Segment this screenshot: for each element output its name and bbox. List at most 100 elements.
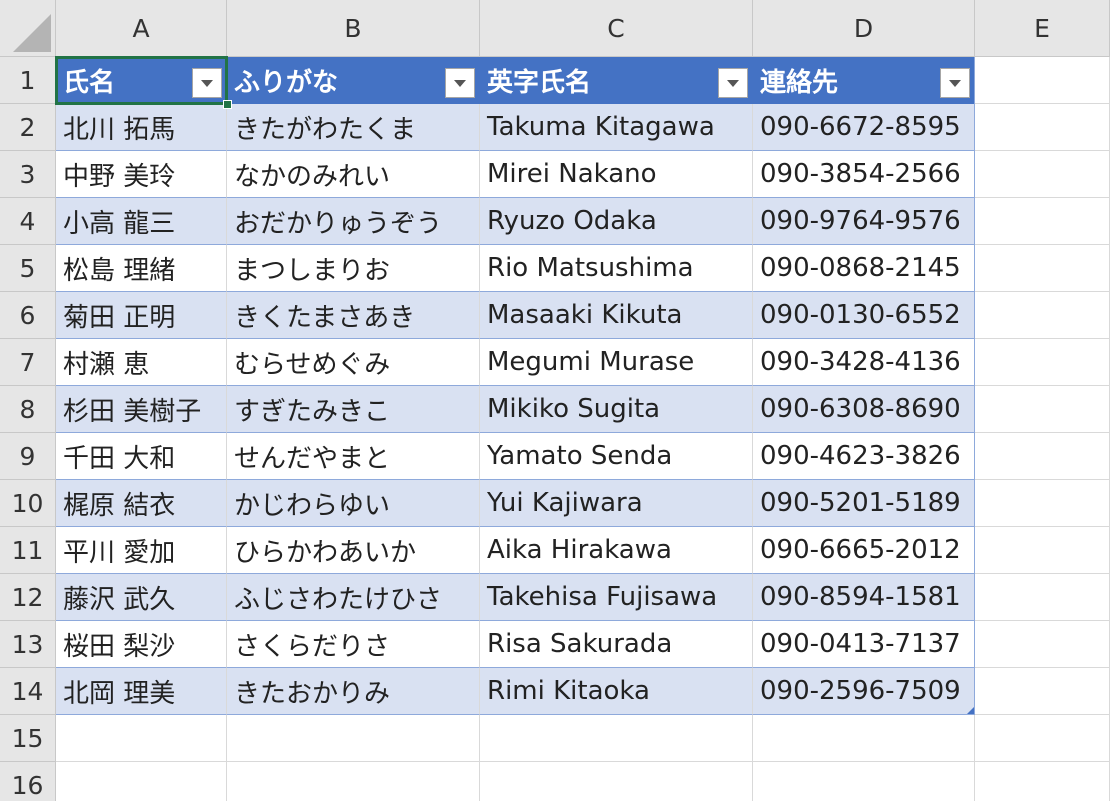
column-header-e[interactable]: E [975, 0, 1110, 57]
table-cell-a12[interactable]: 藤沢 武久 [56, 574, 227, 621]
table-cell-a2[interactable]: 北川 拓馬 [56, 104, 227, 151]
table-header-d[interactable]: 連絡先 [753, 57, 975, 104]
row-header-7[interactable]: 7 [0, 339, 56, 386]
column-header-b[interactable]: B [227, 0, 480, 57]
table-cell-a10[interactable]: 梶原 結衣 [56, 480, 227, 527]
table-cell-b8[interactable]: すぎたみきこ [227, 386, 480, 433]
table-cell-d7[interactable]: 090-3428-4136 [753, 339, 975, 386]
cell-e8[interactable] [975, 386, 1110, 433]
table-cell-a9[interactable]: 千田 大和 [56, 433, 227, 480]
cell-e14[interactable] [975, 668, 1110, 715]
cell-e15[interactable] [975, 715, 1110, 762]
table-cell-b9[interactable]: せんだやまと [227, 433, 480, 480]
row-header-5[interactable]: 5 [0, 245, 56, 292]
row-header-14[interactable]: 14 [0, 668, 56, 715]
cell-e4[interactable] [975, 198, 1110, 245]
cell-e10[interactable] [975, 480, 1110, 527]
table-cell-c2[interactable]: Takuma Kitagawa [480, 104, 753, 151]
select-all-button[interactable] [0, 0, 56, 57]
cell-d15[interactable] [753, 715, 975, 762]
filter-dropdown-button[interactable] [718, 68, 748, 98]
cell-e6[interactable] [975, 292, 1110, 339]
cell-b15[interactable] [227, 715, 480, 762]
table-cell-b10[interactable]: かじわらゆい [227, 480, 480, 527]
table-cell-b2[interactable]: きたがわたくま [227, 104, 480, 151]
table-cell-d5[interactable]: 090-0868-2145 [753, 245, 975, 292]
table-cell-c11[interactable]: Aika Hirakawa [480, 527, 753, 574]
table-cell-c4[interactable]: Ryuzo Odaka [480, 198, 753, 245]
cell-b16[interactable] [227, 762, 480, 801]
table-cell-a13[interactable]: 桜田 梨沙 [56, 621, 227, 668]
cell-e7[interactable] [975, 339, 1110, 386]
row-header-1[interactable]: 1 [0, 57, 56, 104]
table-cell-d10[interactable]: 090-5201-5189 [753, 480, 975, 527]
row-header-9[interactable]: 9 [0, 433, 56, 480]
table-cell-a8[interactable]: 杉田 美樹子 [56, 386, 227, 433]
table-cell-a14[interactable]: 北岡 理美 [56, 668, 227, 715]
table-cell-a5[interactable]: 松島 理緒 [56, 245, 227, 292]
table-cell-b5[interactable]: まつしまりお [227, 245, 480, 292]
table-cell-d14[interactable]: 090-2596-7509 [753, 668, 975, 715]
table-cell-c7[interactable]: Megumi Murase [480, 339, 753, 386]
filter-dropdown-button[interactable] [940, 68, 970, 98]
table-cell-a3[interactable]: 中野 美玲 [56, 151, 227, 198]
table-header-a[interactable]: 氏名 [56, 57, 227, 104]
table-cell-d8[interactable]: 090-6308-8690 [753, 386, 975, 433]
table-cell-c14[interactable]: Rimi Kitaoka [480, 668, 753, 715]
row-header-11[interactable]: 11 [0, 527, 56, 574]
table-cell-b13[interactable]: さくらだりさ [227, 621, 480, 668]
cell-a16[interactable] [56, 762, 227, 801]
filter-dropdown-button[interactable] [192, 68, 222, 98]
fill-handle[interactable] [223, 100, 232, 109]
row-header-6[interactable]: 6 [0, 292, 56, 339]
table-cell-b6[interactable]: きくたまさあき [227, 292, 480, 339]
cell-a15[interactable] [56, 715, 227, 762]
row-header-4[interactable]: 4 [0, 198, 56, 245]
cell-e11[interactable] [975, 527, 1110, 574]
cell-e9[interactable] [975, 433, 1110, 480]
column-header-a[interactable]: A [56, 0, 227, 57]
table-cell-d13[interactable]: 090-0413-7137 [753, 621, 975, 668]
table-cell-c12[interactable]: Takehisa Fujisawa [480, 574, 753, 621]
cell-e1[interactable] [975, 57, 1110, 104]
cell-c15[interactable] [480, 715, 753, 762]
table-cell-b3[interactable]: なかのみれい [227, 151, 480, 198]
table-resize-handle[interactable] [967, 707, 974, 714]
table-header-b[interactable]: ふりがな [227, 57, 480, 104]
cell-e5[interactable] [975, 245, 1110, 292]
table-cell-b14[interactable]: きたおかりみ [227, 668, 480, 715]
cell-e2[interactable] [975, 104, 1110, 151]
table-cell-a4[interactable]: 小高 龍三 [56, 198, 227, 245]
row-header-12[interactable]: 12 [0, 574, 56, 621]
table-cell-d2[interactable]: 090-6672-8595 [753, 104, 975, 151]
row-header-8[interactable]: 8 [0, 386, 56, 433]
row-header-2[interactable]: 2 [0, 104, 56, 151]
table-cell-b4[interactable]: おだかりゅうぞう [227, 198, 480, 245]
table-cell-a6[interactable]: 菊田 正明 [56, 292, 227, 339]
table-cell-c10[interactable]: Yui Kajiwara [480, 480, 753, 527]
table-cell-d6[interactable]: 090-0130-6552 [753, 292, 975, 339]
table-cell-b7[interactable]: むらせめぐみ [227, 339, 480, 386]
table-header-c[interactable]: 英字氏名 [480, 57, 753, 104]
table-cell-c5[interactable]: Rio Matsushima [480, 245, 753, 292]
cell-e13[interactable] [975, 621, 1110, 668]
table-cell-d11[interactable]: 090-6665-2012 [753, 527, 975, 574]
row-header-10[interactable]: 10 [0, 480, 56, 527]
row-header-15[interactable]: 15 [0, 715, 56, 762]
table-cell-d4[interactable]: 090-9764-9576 [753, 198, 975, 245]
table-cell-a7[interactable]: 村瀬 恵 [56, 339, 227, 386]
row-header-3[interactable]: 3 [0, 151, 56, 198]
cell-d16[interactable] [753, 762, 975, 801]
cell-c16[interactable] [480, 762, 753, 801]
table-cell-c6[interactable]: Masaaki Kikuta [480, 292, 753, 339]
table-cell-d3[interactable]: 090-3854-2566 [753, 151, 975, 198]
cell-e16[interactable] [975, 762, 1110, 801]
table-cell-b11[interactable]: ひらかわあいか [227, 527, 480, 574]
column-header-d[interactable]: D [753, 0, 975, 57]
table-cell-c3[interactable]: Mirei Nakano [480, 151, 753, 198]
cell-e3[interactable] [975, 151, 1110, 198]
cell-e12[interactable] [975, 574, 1110, 621]
table-cell-c9[interactable]: Yamato Senda [480, 433, 753, 480]
table-cell-d9[interactable]: 090-4623-3826 [753, 433, 975, 480]
table-cell-b12[interactable]: ふじさわたけひさ [227, 574, 480, 621]
